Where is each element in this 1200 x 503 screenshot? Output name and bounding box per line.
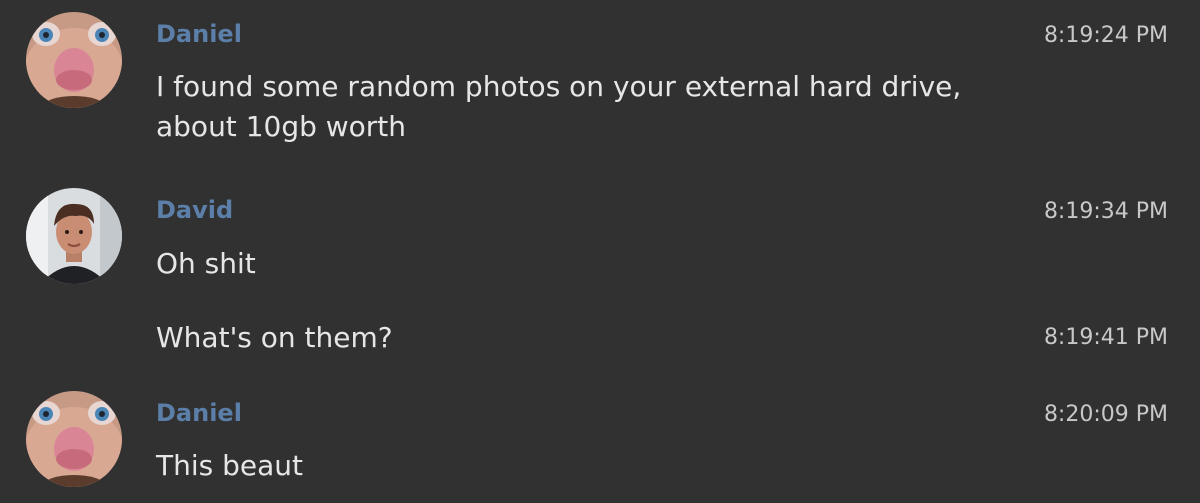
message-timestamp: 8:20:09 PM [1043,402,1168,427]
message-timestamp: 8:19:41 PM [1043,325,1168,350]
message-text: What's on them? [156,321,393,354]
message-timestamp: 8:19:34 PM [1043,199,1168,224]
message-author[interactable]: Daniel [156,20,242,48]
david-avatar[interactable] [26,188,122,284]
message-text: Oh shit [156,247,256,280]
message-author[interactable]: Daniel [156,399,242,427]
daniel-avatar[interactable] [26,391,122,487]
daniel-avatar[interactable] [26,12,122,108]
message-text: This beaut [156,449,303,482]
message-text: I found some random photos on your exter… [156,70,962,143]
message-author[interactable]: David [156,196,233,224]
message-timestamp: 8:19:24 PM [1043,23,1168,48]
